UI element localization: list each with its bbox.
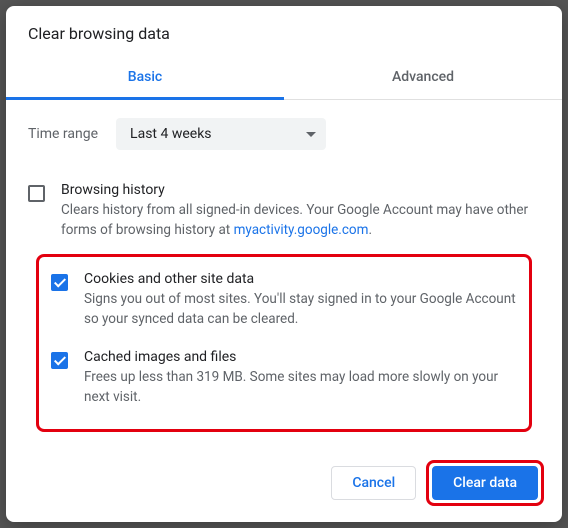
tab-indicator xyxy=(6,97,284,100)
dropdown-caret-icon xyxy=(306,132,316,137)
time-range-label: Time range xyxy=(28,126,98,142)
clear-data-button[interactable]: Clear data xyxy=(432,466,538,500)
option-browsing-history: Browsing history Clears history from all… xyxy=(28,174,540,252)
option-cookies: Cookies and other site data Signs you ou… xyxy=(51,263,517,341)
clear-browsing-data-dialog: Clear browsing data Basic Advanced Time … xyxy=(6,6,562,522)
clear-data-highlight: Clear data xyxy=(426,460,544,506)
option-description: Frees up less than 319 MB. Some sites ma… xyxy=(84,368,517,407)
tabs: Basic Advanced xyxy=(6,57,562,100)
cancel-button[interactable]: Cancel xyxy=(331,466,416,500)
option-description: Signs you out of most sites. You'll stay… xyxy=(84,290,517,329)
time-range-value: Last 4 weeks xyxy=(130,126,211,142)
checkbox-cache[interactable] xyxy=(51,352,68,369)
option-title: Browsing history xyxy=(61,182,540,198)
dialog-title: Clear browsing data xyxy=(6,6,562,57)
myactivity-link[interactable]: myactivity.google.com xyxy=(234,222,369,238)
tab-advanced[interactable]: Advanced xyxy=(284,57,562,99)
option-title: Cookies and other site data xyxy=(84,271,517,287)
time-range-select[interactable]: Last 4 weeks xyxy=(116,118,326,150)
checkbox-browsing-history[interactable] xyxy=(28,185,45,202)
option-description: Clears history from all signed-in device… xyxy=(61,201,540,240)
option-cache: Cached images and files Frees up less th… xyxy=(51,341,517,419)
dialog-footer: Cancel Clear data xyxy=(331,460,544,506)
time-range-row: Time range Last 4 weeks xyxy=(6,100,562,168)
checkbox-cookies[interactable] xyxy=(51,274,68,291)
highlighted-options: Cookies and other site data Signs you ou… xyxy=(36,254,532,432)
options-list: Browsing history Clears history from all… xyxy=(6,168,562,432)
option-title: Cached images and files xyxy=(84,349,517,365)
tab-basic[interactable]: Basic xyxy=(6,57,284,99)
